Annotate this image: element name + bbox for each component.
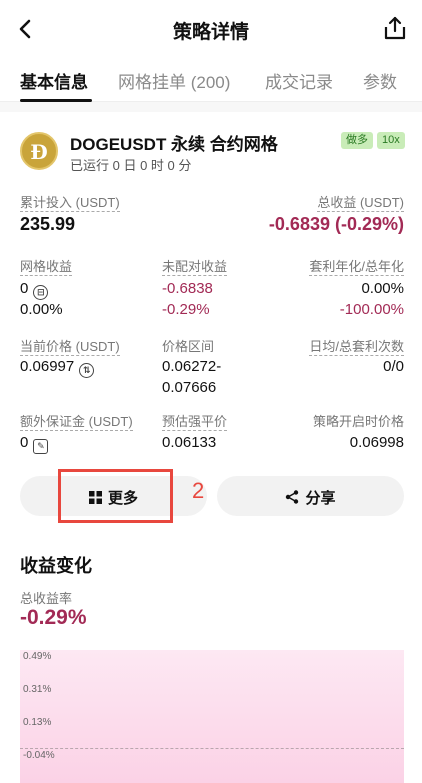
arb-count-value: 0/0 xyxy=(383,358,404,375)
start-price-value: 0.06998 xyxy=(349,434,404,451)
unmatched-profit-pct: -0.29% xyxy=(162,301,210,318)
tab-bar: 基本信息 网格挂单 (200) 成交记录 参数 xyxy=(0,58,422,102)
price-range-label: 价格区间 xyxy=(162,339,215,354)
total-apr-value: -100.00% xyxy=(339,301,404,318)
unmatched-profit-value: -0.6838 xyxy=(162,280,213,297)
tab-trade-history[interactable]: 成交记录 xyxy=(265,68,333,93)
total-return-rate-label: 总收益率 xyxy=(20,591,73,606)
page-title: 策略详情 xyxy=(172,22,249,43)
edit-margin-icon[interactable]: ✎ xyxy=(33,439,49,454)
total-profit-value: -0.6839 (-0.29%) xyxy=(268,214,404,234)
tab-basic-info[interactable]: 基本信息 xyxy=(20,68,88,93)
tab-parameters[interactable]: 参数 xyxy=(363,68,397,93)
current-price-value: 0.06997 ⇅ xyxy=(20,357,95,378)
invested-label[interactable]: 累计投入 (USDT) xyxy=(20,194,120,212)
extra-margin-value: 0 ✎ xyxy=(20,433,49,454)
direction-badge: 做多 xyxy=(341,132,373,149)
header-bar: 策略详情 xyxy=(0,0,422,58)
extra-margin-amount: 0 xyxy=(20,434,29,451)
extra-margin-label[interactable]: 额外保证金 (USDT) xyxy=(20,413,133,431)
strategy-name: DOGEUSDT 永续 合约网格 xyxy=(70,135,278,154)
share-button[interactable]: 分享 xyxy=(217,476,404,516)
profit-chart[interactable]: 0.49% 0.31% 0.13% -0.04% xyxy=(20,640,404,783)
price-chart-icon[interactable]: ⇅ xyxy=(79,363,95,378)
dogecoin-logo-icon: Ð xyxy=(20,132,58,170)
arb-apr-value: 0.00% xyxy=(361,280,404,297)
profit-change-title: 收益变化 xyxy=(20,556,92,576)
chart-area-fill xyxy=(20,650,404,783)
y-tick-label: 0.49% xyxy=(23,651,52,662)
total-return-rate-value: -0.29% xyxy=(20,606,87,629)
annotation-highlight-box xyxy=(58,469,173,523)
section-divider xyxy=(0,102,422,112)
invested-value: 235.99 xyxy=(20,214,76,234)
withdraw-icon[interactable]: ⊟ xyxy=(33,285,49,300)
y-tick-label: 0.31% xyxy=(23,684,52,695)
share-button-label: 分享 xyxy=(305,490,336,507)
chart-baseline xyxy=(20,748,404,749)
tab-grid-orders[interactable]: 网格挂单 (200) xyxy=(118,68,230,93)
grid-profit-value: 0 ⊟ xyxy=(20,279,49,300)
share-upload-icon[interactable] xyxy=(382,14,408,42)
y-tick-label: 0.13% xyxy=(23,717,52,728)
unmatched-profit-label[interactable]: 未配对收益 xyxy=(162,258,228,276)
grid-profit-label[interactable]: 网格收益 xyxy=(20,258,73,276)
y-tick-label: -0.04% xyxy=(23,750,55,761)
total-profit-label[interactable]: 总收益 (USDT) xyxy=(317,194,404,212)
liquidation-price-value: 0.06133 xyxy=(162,434,217,451)
arb-count-label[interactable]: 日均/总套利次数 xyxy=(309,338,404,356)
leverage-badge: 10x xyxy=(377,132,405,149)
current-price-amount: 0.06997 xyxy=(20,358,75,375)
price-range-low: 0.06272- xyxy=(162,358,222,375)
share-icon xyxy=(286,490,299,504)
current-price-label[interactable]: 当前价格 (USDT) xyxy=(20,338,120,356)
price-range-high: 0.07666 xyxy=(162,379,217,396)
run-time: 已运行 0 日 0 时 0 分 xyxy=(70,158,192,173)
liquidation-price-label[interactable]: 预估强平价 xyxy=(162,413,228,431)
grid-profit-amount: 0 xyxy=(20,280,29,297)
apr-label[interactable]: 套利年化/总年化 xyxy=(309,258,404,276)
start-price-label: 策略开启时价格 xyxy=(312,414,404,429)
annotation-number: 2 xyxy=(192,478,205,503)
grid-profit-pct: 0.00% xyxy=(20,301,63,318)
